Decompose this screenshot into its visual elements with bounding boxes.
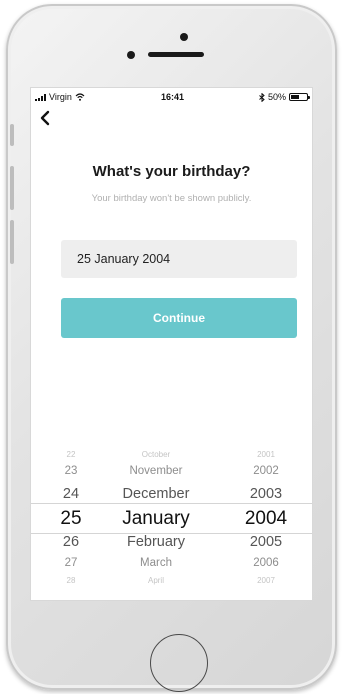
- page-title: What's your birthday?: [92, 163, 251, 180]
- picker-selection-line: [31, 533, 312, 534]
- app-screen: Virgin 16:41 50% What's your birthday? Y…: [30, 87, 313, 601]
- picker-row[interactable]: 24 December 2003: [31, 484, 312, 505]
- back-chevron-icon[interactable]: [39, 108, 59, 132]
- picker-month: January: [122, 507, 190, 529]
- picker-month: February: [126, 533, 186, 550]
- volume-up-button: [10, 166, 14, 210]
- picker-row[interactable]: 22 October 2001: [31, 448, 312, 462]
- mute-switch: [10, 124, 14, 146]
- picker-row[interactable]: 26 February 2005: [31, 532, 312, 553]
- picker-month: November: [129, 465, 183, 478]
- status-bar: Virgin 16:41 50%: [31, 88, 312, 106]
- proximity-sensor: [127, 51, 135, 59]
- status-right: 50%: [259, 92, 310, 102]
- picker-year: 2003: [249, 485, 283, 502]
- picker-month: October: [141, 450, 171, 459]
- picker-month: December: [122, 485, 190, 502]
- bluetooth-icon: [259, 92, 265, 102]
- picker-year: 2002: [253, 465, 279, 478]
- volume-down-button: [10, 220, 14, 264]
- earpiece-speaker: [148, 52, 204, 57]
- picker-row[interactable]: 23 November 2002: [31, 463, 312, 481]
- picker-year: 2005: [249, 533, 283, 550]
- picker-year: 2006: [253, 557, 279, 570]
- home-button[interactable]: [150, 634, 208, 692]
- picker-selection-line: [31, 503, 312, 504]
- battery-icon: [289, 93, 310, 101]
- birthday-field[interactable]: 25 January 2004: [61, 240, 297, 278]
- picker-year: 2001: [257, 450, 275, 459]
- picker-year: 2004: [244, 507, 288, 529]
- page-subtitle: Your birthday won't be shown publicly.: [91, 193, 252, 204]
- picker-month: March: [140, 557, 172, 570]
- picker-month: April: [147, 576, 164, 585]
- front-camera: [180, 33, 188, 41]
- continue-button[interactable]: Continue: [61, 298, 297, 338]
- picker-year: 2007: [257, 576, 275, 585]
- picker-row[interactable]: 28 April 2007: [31, 574, 312, 588]
- picker-row[interactable]: 27 March 2006: [31, 555, 312, 573]
- battery-percentage: 50%: [267, 92, 286, 102]
- picker-row-selected[interactable]: 25 January 2004: [31, 506, 312, 531]
- date-picker[interactable]: 22 October 2001 23 November 2002 24 December 200…: [31, 428, 312, 600]
